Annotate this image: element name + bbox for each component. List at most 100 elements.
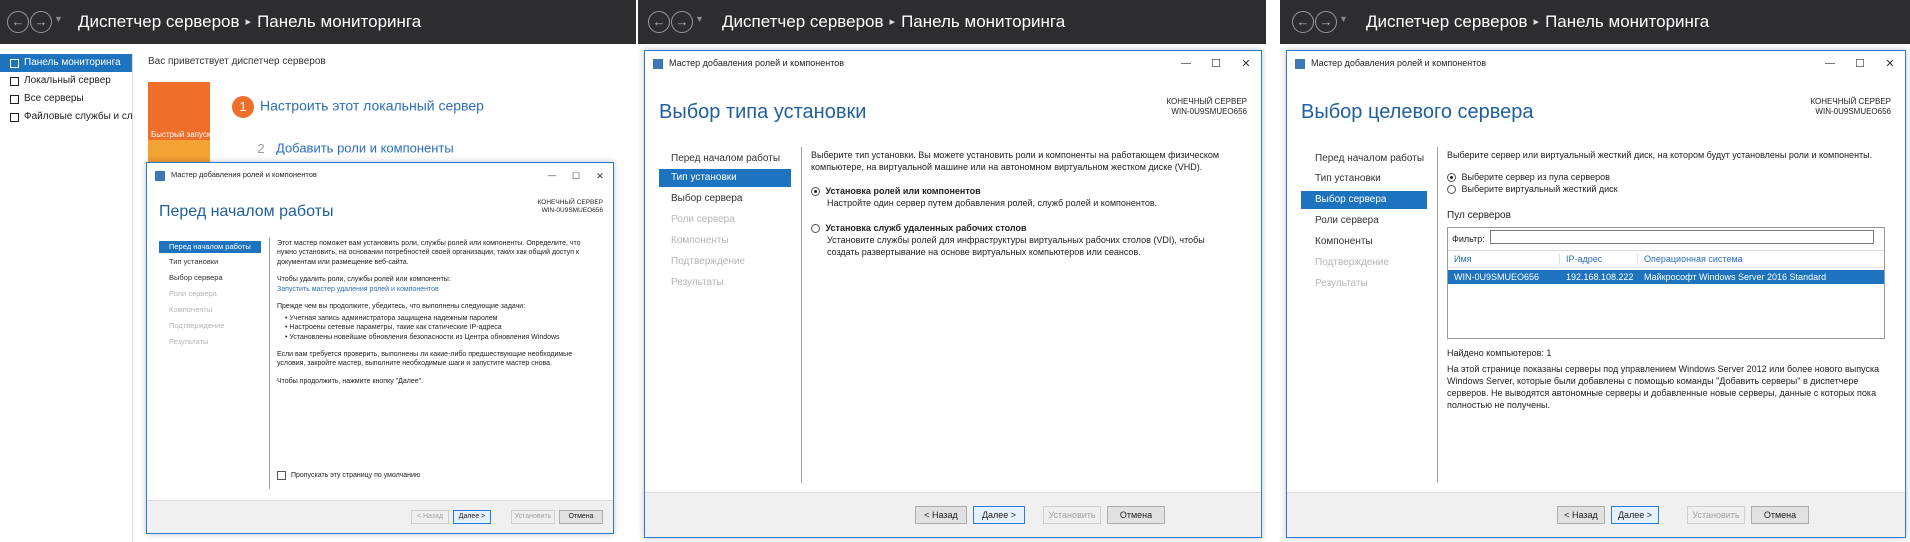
column-header-ip[interactable]: IP-адрес bbox=[1560, 252, 1638, 265]
page-title: Выбор типа установки bbox=[659, 101, 867, 123]
dashboard-icon bbox=[10, 58, 19, 68]
nav-server-roles[interactable]: Роли сервера bbox=[1315, 215, 1379, 226]
install-button[interactable]: Установить bbox=[511, 510, 555, 524]
breadcrumb-root[interactable]: Диспетчер серверов bbox=[78, 12, 240, 31]
nav-features: Компоненты bbox=[169, 305, 213, 314]
maximize-icon[interactable]: ☐ bbox=[1205, 54, 1227, 74]
remove-wizard-link[interactable]: Запустить мастер удаления ролей и компон… bbox=[277, 285, 601, 294]
back-arrow-icon[interactable]: ← bbox=[1292, 11, 1314, 33]
breadcrumb-separator-icon: ▸ bbox=[1533, 16, 1540, 28]
checkbox-box[interactable] bbox=[277, 471, 286, 480]
history-dropdown-icon[interactable]: ▼ bbox=[54, 14, 63, 24]
sidebar-item-file-services[interactable]: Файловые службы и сл... bbox=[0, 108, 132, 126]
next-button[interactable]: Далее > bbox=[973, 506, 1025, 524]
nav-server-selection[interactable]: Выбор сервера bbox=[671, 193, 743, 204]
cancel-button[interactable]: Отмена bbox=[559, 510, 603, 524]
option-title: Установка ролей или компонентов bbox=[825, 186, 981, 197]
forward-arrow-icon[interactable]: → bbox=[1315, 11, 1337, 33]
server-pool-title: Пул серверов bbox=[1447, 210, 1511, 222]
history-dropdown-icon[interactable]: ▼ bbox=[695, 14, 704, 24]
radio-button[interactable] bbox=[811, 187, 820, 197]
table-row[interactable]: WIN-0U9SMUEO656 192.168.108.222 Майкросо… bbox=[1448, 269, 1884, 284]
breadcrumb-root[interactable]: Диспетчер серверов bbox=[1366, 12, 1528, 31]
column-header-os[interactable]: Операционная система bbox=[1638, 253, 1882, 265]
breadcrumb-current: Панель мониторинга bbox=[1545, 12, 1710, 31]
destination-label: КОНЕЧНЫЙ СЕРВЕР bbox=[1810, 97, 1891, 106]
filter-label: Фильтр: bbox=[1452, 233, 1485, 244]
install-button[interactable]: Установить bbox=[1043, 506, 1101, 524]
breadcrumb: Диспетчер серверов ▸ Панель мониторинга bbox=[722, 12, 1065, 32]
nav-features[interactable]: Компоненты bbox=[1315, 236, 1373, 247]
breadcrumb-current: Панель мониторинга bbox=[257, 12, 422, 31]
title-bar: ← → ▼ Диспетчер серверов ▸ Панель монитори… bbox=[638, 0, 1266, 44]
nav-installation-type[interactable]: Тип установки bbox=[169, 257, 218, 266]
breadcrumb-current: Панель мониторинга bbox=[901, 12, 1066, 31]
breadcrumb: Диспетчер серверов ▸ Панель мониторинга bbox=[1366, 12, 1709, 32]
maximize-icon[interactable]: ☐ bbox=[1849, 54, 1871, 74]
panel-dashboard: ← → ▼ Диспетчер серверов ▸ Панель монитори… bbox=[0, 0, 636, 542]
server-icon bbox=[10, 76, 19, 86]
history-dropdown-icon[interactable]: ▼ bbox=[1339, 14, 1348, 24]
radio-button[interactable] bbox=[811, 223, 820, 233]
minimize-icon[interactable]: — bbox=[541, 166, 563, 186]
back-button[interactable]: < Назад bbox=[411, 510, 449, 524]
step-add-roles[interactable]: 2 Добавить роли и компоненты bbox=[252, 138, 453, 160]
option-remote-desktop[interactable]: Установка служб удаленных рабочих столов… bbox=[811, 222, 1231, 258]
maximize-icon[interactable]: ☐ bbox=[565, 166, 587, 186]
cancel-button[interactable]: Отмена bbox=[1751, 506, 1809, 524]
sidebar-item-dashboard[interactable]: Панель мониторинга bbox=[0, 54, 132, 72]
next-button[interactable]: Далее > bbox=[1611, 506, 1659, 524]
nav-server-selection[interactable]: Выбор сервера bbox=[1301, 191, 1427, 209]
filter-input[interactable] bbox=[1490, 229, 1874, 244]
breadcrumb-separator-icon: ▸ bbox=[889, 16, 896, 28]
welcome-title: Вас приветствует диспетчер серверов bbox=[148, 56, 326, 67]
option-vhd[interactable]: Выберите виртуальный жесткий диск bbox=[1447, 183, 1887, 195]
breadcrumb-separator-icon: ▸ bbox=[245, 16, 252, 28]
file-services-icon bbox=[10, 112, 19, 122]
back-arrow-icon[interactable]: ← bbox=[7, 11, 29, 33]
list-item: Установлены новейшие обновления безопасн… bbox=[285, 333, 601, 342]
radio-button[interactable] bbox=[1447, 173, 1456, 183]
radio-button[interactable] bbox=[1447, 185, 1456, 195]
nav-installation-type[interactable]: Тип установки bbox=[659, 169, 791, 187]
cancel-button[interactable]: Отмена bbox=[1107, 506, 1165, 524]
back-button[interactable]: < Назад bbox=[915, 506, 967, 524]
option-role-based[interactable]: Установка ролей или компонентов Настройт… bbox=[811, 185, 1231, 209]
list-item: Настроены сетевые параметры, такие как с… bbox=[285, 323, 601, 332]
nav-before-you-begin[interactable]: Перед началом работы bbox=[1315, 153, 1424, 164]
verify-text: Если вам требуется проверить, выполнены … bbox=[277, 350, 573, 368]
title-bar: ← → ▼ Диспетчер серверов ▸ Панель монитори… bbox=[0, 0, 636, 44]
list-item: Учетная запись администратора защищена н… bbox=[285, 314, 601, 323]
nav-before-you-begin[interactable]: Перед началом работы bbox=[671, 153, 780, 164]
servers-icon bbox=[10, 94, 19, 104]
forward-arrow-icon[interactable]: → bbox=[30, 11, 52, 33]
option-label: Выберите виртуальный жесткий диск bbox=[1461, 184, 1618, 195]
minimize-icon[interactable]: — bbox=[1819, 54, 1841, 74]
panel-installation-type: ← → ▼ Диспетчер серверов ▸ Панель монитори… bbox=[638, 0, 1266, 542]
next-button[interactable]: Далее > bbox=[453, 510, 491, 524]
column-header-name[interactable]: Имя bbox=[1448, 252, 1560, 265]
close-icon[interactable]: ✕ bbox=[589, 166, 611, 186]
step-configure-local-server[interactable]: 1 Настроить этот локальный сервер bbox=[232, 96, 484, 118]
forward-arrow-icon[interactable]: → bbox=[671, 11, 693, 33]
content-divider bbox=[269, 237, 270, 489]
nav-before-you-begin[interactable]: Перед началом работы bbox=[159, 241, 261, 253]
minimize-icon[interactable]: — bbox=[1175, 54, 1197, 74]
title-bar: ← → ▼ Диспетчер серверов ▸ Панель монитори… bbox=[1280, 0, 1910, 44]
sidebar: Панель мониторинга Локальный сервер Все … bbox=[0, 54, 133, 542]
back-arrow-icon[interactable]: ← bbox=[648, 11, 670, 33]
back-button[interactable]: < Назад bbox=[1557, 506, 1605, 524]
nav-server-selection[interactable]: Выбор сервера bbox=[169, 273, 223, 282]
nav-installation-type[interactable]: Тип установки bbox=[1315, 173, 1381, 184]
option-server-pool[interactable]: Выберите сервер из пула серверов bbox=[1447, 171, 1887, 183]
option-label: Выберите сервер из пула серверов bbox=[1461, 172, 1610, 183]
install-button[interactable]: Установить bbox=[1687, 506, 1745, 524]
found-count: Найдено компьютеров: 1 bbox=[1447, 347, 1552, 358]
sidebar-item-local-server[interactable]: Локальный сервер bbox=[0, 72, 132, 90]
skip-page-checkbox[interactable]: Пропускать эту страницу по умолчанию bbox=[277, 471, 420, 480]
step-number-badge: 2 bbox=[257, 141, 265, 156]
close-icon[interactable]: ✕ bbox=[1879, 54, 1901, 74]
sidebar-item-all-servers[interactable]: Все серверы bbox=[0, 90, 132, 108]
breadcrumb-root[interactable]: Диспетчер серверов bbox=[722, 12, 884, 31]
close-icon[interactable]: ✕ bbox=[1235, 54, 1257, 74]
